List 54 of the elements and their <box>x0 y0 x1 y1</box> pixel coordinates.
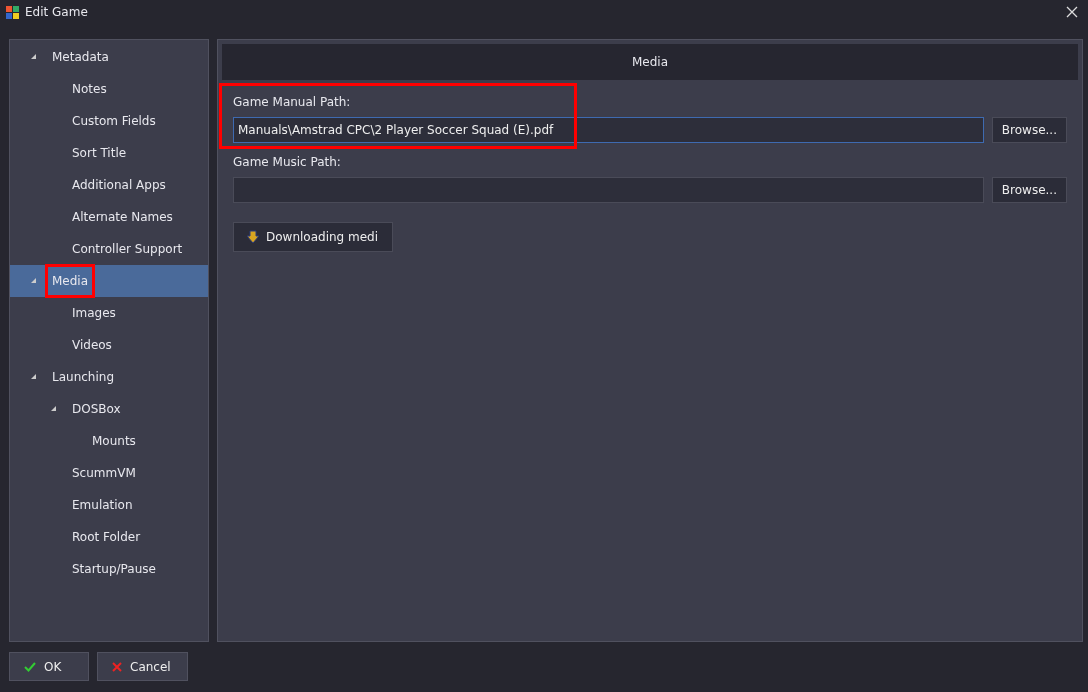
panel-title: Media <box>222 44 1078 80</box>
cross-icon <box>112 661 122 672</box>
tree-item-label: Notes <box>71 81 108 98</box>
tree-item[interactable]: Additional Apps <box>10 169 208 201</box>
tree-item[interactable]: Emulation <box>10 489 208 521</box>
tree-item-label: DOSBox <box>71 401 122 418</box>
tree-item[interactable]: ScummVM <box>10 457 208 489</box>
expanded-arrow-icon[interactable] <box>50 405 58 413</box>
tree-item[interactable]: DOSBox <box>10 393 208 425</box>
tree-item-label: Custom Fields <box>71 113 157 130</box>
tree-item[interactable]: Sort Title <box>10 137 208 169</box>
path-input-field[interactable] <box>233 177 984 203</box>
expanded-arrow-icon[interactable] <box>30 373 38 381</box>
tree-item[interactable]: Root Folder <box>10 521 208 553</box>
window-title: Edit Game <box>25 4 88 21</box>
field-label: Game Music Path: <box>233 154 342 171</box>
browse-button[interactable]: Browse... <box>991 117 1067 143</box>
tree-item[interactable]: Launching <box>10 361 208 393</box>
path-input-field[interactable]: Manuals\Amstrad CPC\2 Player Soccer Squad (E).pdf <box>233 117 984 143</box>
tree-item[interactable]: Notes <box>10 73 208 105</box>
tree-item[interactable]: Mounts <box>10 425 208 457</box>
tree-item-label: Additional Apps <box>71 177 167 194</box>
tree-item-label: Mounts <box>91 433 137 450</box>
tree-item-label: Alternate Names <box>71 209 174 226</box>
expanded-arrow-icon[interactable] <box>30 277 38 285</box>
tree-item-label: ScummVM <box>71 465 137 482</box>
field-label: Game Manual Path: <box>233 94 352 111</box>
ok-button[interactable]: OK <box>9 652 89 681</box>
tree-item[interactable]: Metadata <box>10 41 208 73</box>
tree-item[interactable]: Images <box>10 297 208 329</box>
tree-item-label: Sort Title <box>71 145 128 162</box>
tree-item-label: Metadata <box>51 49 110 66</box>
tree-item[interactable]: Startup/Pause <box>10 553 208 585</box>
tree-item-label: Launching <box>51 369 115 386</box>
tree-item-label: Root Folder <box>71 529 142 546</box>
tree-item-label: Images <box>71 305 117 322</box>
expanded-arrow-icon[interactable] <box>30 53 38 61</box>
tree-item[interactable]: Media <box>10 265 208 297</box>
tree-item-label: Emulation <box>71 497 134 514</box>
tree-item[interactable]: Controller Support <box>10 233 208 265</box>
browse-button[interactable]: Browse... <box>991 177 1067 203</box>
tree-item[interactable]: Alternate Names <box>10 201 208 233</box>
tree-item-label: Startup/Pause <box>71 561 157 578</box>
download-arrow-icon <box>246 230 260 244</box>
app-logo-icon <box>6 5 19 19</box>
tree-item-label: Videos <box>71 337 113 354</box>
cancel-button[interactable]: Cancel <box>97 652 188 681</box>
close-icon <box>1066 6 1078 18</box>
download-media-button[interactable]: Downloading medi <box>233 222 393 252</box>
tree-item[interactable]: Custom Fields <box>10 105 208 137</box>
checkmark-icon <box>24 661 36 672</box>
tree-item[interactable]: Videos <box>10 329 208 361</box>
tree-item-label: Media <box>48 267 93 295</box>
tree-item-label: Controller Support <box>71 241 184 258</box>
